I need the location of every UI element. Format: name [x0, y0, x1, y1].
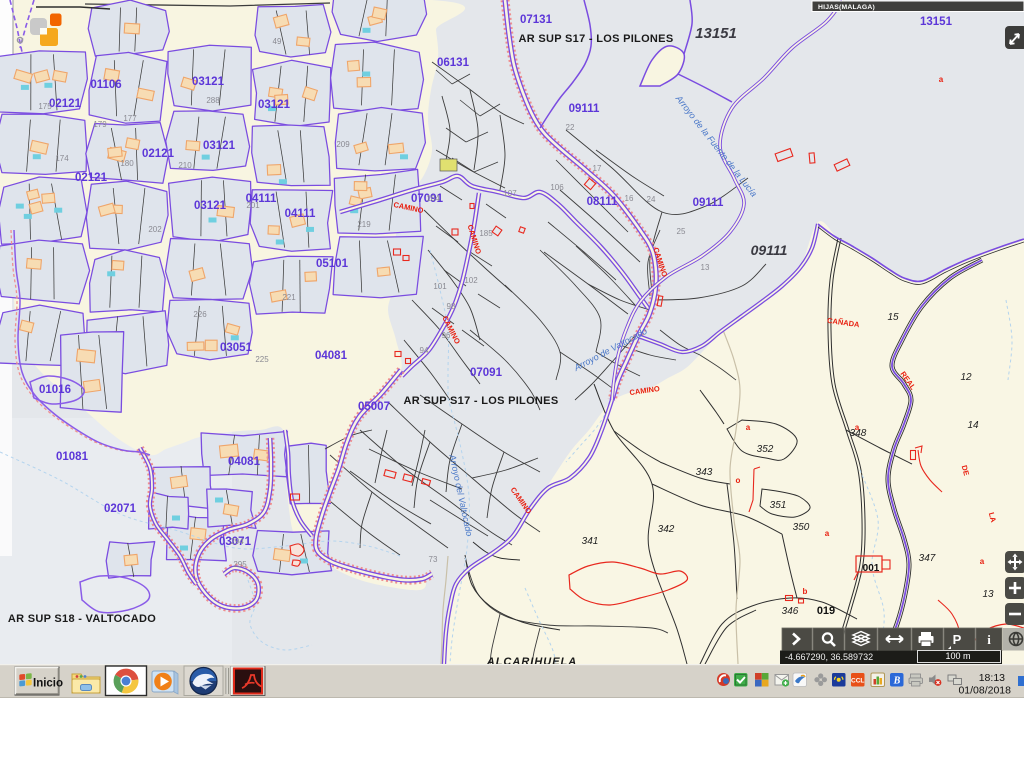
svg-text:13: 13 [982, 589, 994, 600]
svg-text:a: a [939, 75, 944, 84]
svg-text:o: o [736, 476, 741, 485]
svg-text:01016: 01016 [39, 384, 71, 396]
svg-text:001: 001 [863, 563, 880, 574]
svg-text:a: a [855, 423, 860, 432]
svg-text:174: 174 [55, 154, 69, 163]
svg-text:ALCARIHUELA: ALCARIHUELA [486, 656, 577, 664]
svg-text:01/08/2018: 01/08/2018 [958, 685, 1011, 697]
svg-text:P: P [953, 632, 962, 647]
svg-text:17: 17 [593, 164, 602, 173]
svg-text:100 m: 100 m [945, 651, 970, 661]
svg-text:a: a [980, 557, 985, 566]
svg-text:02071: 02071 [104, 503, 137, 515]
svg-text:019: 019 [817, 605, 835, 617]
svg-text:a: a [825, 529, 830, 538]
svg-text:107: 107 [503, 189, 517, 198]
svg-text:102: 102 [464, 276, 478, 285]
svg-text:18:13: 18:13 [979, 672, 1005, 684]
svg-text:AR SUP S17 - LOS PILONES: AR SUP S17 - LOS PILONES [404, 395, 559, 407]
svg-text:AR SUP S17 - LOS PILONES: AR SUP S17 - LOS PILONES [519, 33, 674, 45]
svg-text:225: 225 [255, 355, 269, 364]
svg-text:25: 25 [677, 227, 686, 236]
svg-text:04111: 04111 [285, 208, 316, 220]
svg-text:22: 22 [566, 123, 575, 132]
svg-text:13151: 13151 [920, 16, 953, 28]
svg-text:180: 180 [120, 159, 134, 168]
svg-text:202: 202 [148, 225, 162, 234]
svg-text:07091: 07091 [470, 367, 503, 379]
svg-text:01106: 01106 [90, 79, 121, 91]
svg-text:209: 209 [336, 140, 350, 149]
svg-text:03051: 03051 [220, 342, 253, 354]
svg-text:98: 98 [447, 302, 456, 311]
svg-text:03121: 03121 [194, 200, 227, 212]
svg-text:04081: 04081 [228, 456, 261, 468]
svg-text:AR SUP S18 - VALTOCADO: AR SUP S18 - VALTOCADO [8, 613, 156, 625]
svg-text:04081: 04081 [315, 350, 348, 362]
svg-text:49: 49 [273, 37, 282, 46]
svg-text:288: 288 [206, 96, 220, 105]
svg-text:02121: 02121 [49, 98, 82, 110]
svg-text:177: 177 [123, 114, 137, 123]
svg-text:350: 350 [793, 522, 810, 533]
svg-text:16: 16 [625, 194, 634, 203]
svg-text:342: 342 [658, 524, 675, 535]
svg-text:13151: 13151 [695, 25, 737, 42]
svg-text:201: 201 [246, 201, 260, 210]
svg-text:07131: 07131 [520, 14, 553, 26]
svg-text:343: 343 [696, 467, 713, 478]
svg-text:09111: 09111 [693, 197, 724, 209]
svg-text:12: 12 [960, 372, 972, 383]
svg-text:06131: 06131 [437, 57, 470, 69]
svg-text:341: 341 [582, 536, 599, 547]
svg-text:295: 295 [233, 560, 247, 569]
svg-text:03121: 03121 [203, 140, 236, 152]
svg-text:09111: 09111 [569, 103, 600, 115]
svg-text:106: 106 [550, 183, 564, 192]
svg-text:09111: 09111 [751, 242, 788, 258]
svg-text:101: 101 [433, 282, 447, 291]
svg-text:175: 175 [38, 102, 52, 111]
svg-text:14: 14 [967, 420, 979, 431]
svg-text:HIJAS(MALAGA): HIJAS(MALAGA) [818, 4, 875, 11]
svg-text:96: 96 [442, 331, 451, 340]
svg-text:210: 210 [178, 161, 192, 170]
svg-text:B: B [893, 676, 901, 687]
svg-text:02121: 02121 [142, 148, 175, 160]
svg-text:219: 219 [357, 220, 371, 229]
svg-text:185: 185 [479, 229, 493, 238]
svg-text:352: 352 [757, 444, 774, 455]
svg-text:08111: 08111 [587, 196, 618, 208]
svg-text:294: 294 [230, 537, 244, 546]
svg-text:104: 104 [426, 194, 440, 203]
svg-text:346: 346 [782, 606, 799, 617]
svg-text:15: 15 [887, 312, 899, 323]
svg-text:226: 226 [193, 310, 207, 319]
svg-text:a: a [746, 423, 751, 432]
svg-text:347: 347 [919, 553, 936, 564]
svg-text:02121: 02121 [75, 172, 108, 184]
svg-text:05007: 05007 [358, 401, 390, 413]
svg-text:24: 24 [647, 195, 656, 204]
svg-text:01081: 01081 [56, 451, 89, 463]
svg-text:Inicio: Inicio [33, 678, 63, 690]
svg-text:CCL: CCL [851, 678, 864, 685]
svg-text:i: i [987, 632, 991, 647]
svg-text:94: 94 [420, 346, 429, 355]
svg-text:73: 73 [429, 555, 438, 564]
svg-text:05101: 05101 [316, 258, 349, 270]
svg-text:-4.667290, 36.589732: -4.667290, 36.589732 [785, 652, 873, 662]
svg-text:351: 351 [770, 500, 787, 511]
svg-text:179: 179 [93, 120, 107, 129]
svg-text:221: 221 [282, 293, 296, 302]
svg-text:13: 13 [701, 263, 710, 272]
svg-text:03121: 03121 [258, 99, 291, 111]
svg-text:03121: 03121 [192, 76, 225, 88]
svg-text:b: b [803, 587, 808, 596]
